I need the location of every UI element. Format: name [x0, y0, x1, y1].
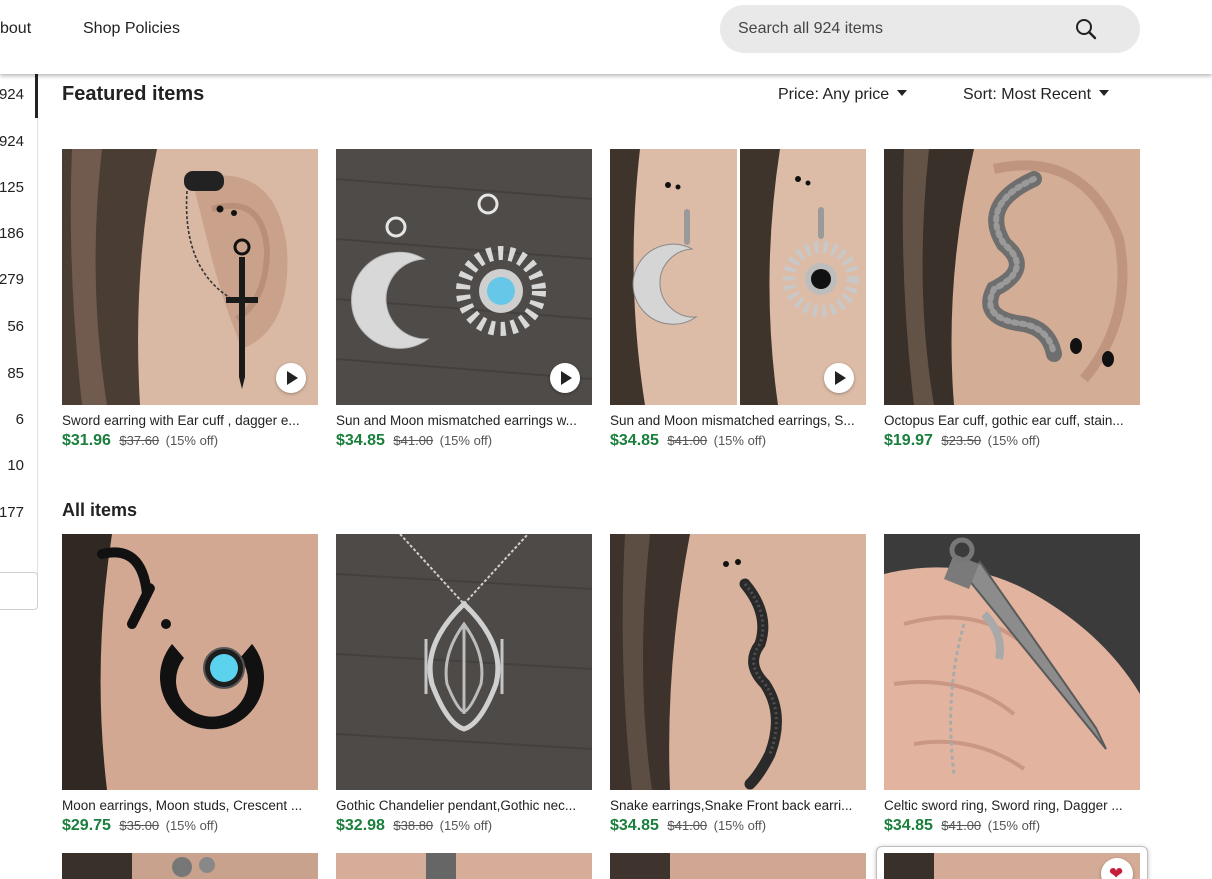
price-filter-label: Price: Any price: [778, 86, 890, 103]
original-price: $41.00: [667, 433, 708, 448]
price-filter-dropdown[interactable]: Price: Any price: [778, 86, 908, 104]
search-input[interactable]: [738, 17, 1068, 41]
listing-image: [610, 534, 866, 790]
listing-title[interactable]: Sword earring with Ear cuff , dagger e..…: [62, 413, 318, 428]
original-price: $35.00: [119, 818, 160, 833]
sidebar-item-count[interactable]: 10: [7, 457, 24, 474]
listing-price: $34.85 $41.00 (15% off): [884, 817, 1040, 835]
discount-label: (15% off): [165, 433, 219, 448]
sort-label: Sort: Most Recent: [963, 86, 1092, 103]
all-items-title: All items: [62, 500, 138, 520]
listing-image: [884, 149, 1140, 405]
original-price: $37.60: [119, 433, 160, 448]
discount-label: (15% off): [439, 433, 493, 448]
listing-image: [62, 149, 318, 405]
sidebar-divider: [37, 118, 38, 578]
sidebar-item-count[interactable]: 924: [0, 133, 24, 150]
listing-title[interactable]: Gothic Chandelier pendant,Gothic nec...: [336, 798, 592, 813]
sidebar-item-count[interactable]: 125: [0, 179, 24, 196]
listing-image[interactable]: [336, 853, 592, 879]
search-button[interactable]: [1070, 13, 1102, 45]
discount-label: (15% off): [165, 818, 219, 833]
sale-price: $34.85: [610, 817, 659, 834]
listing-title[interactable]: Sun and Moon mismatched earrings, S...: [610, 413, 866, 428]
original-price: $23.50: [941, 433, 982, 448]
discount-label: (15% off): [987, 433, 1041, 448]
sidebar-item-count[interactable]: 56: [7, 318, 24, 335]
listing-price: $34.85 $41.00 (15% off): [610, 432, 766, 450]
featured-items-title: Featured items: [62, 83, 205, 105]
listing-title[interactable]: Snake earrings,Snake Front back earri...: [610, 798, 866, 813]
discount-label: (15% off): [713, 433, 767, 448]
sidebar-item-count[interactable]: 85: [7, 365, 24, 382]
sale-price: $19.97: [884, 432, 933, 449]
listing-price: $32.98 $38.80 (15% off): [336, 817, 492, 835]
original-price: $38.80: [393, 818, 434, 833]
sidebar-item-count[interactable]: 186: [0, 225, 24, 242]
listing-image[interactable]: [62, 853, 318, 879]
listing-title[interactable]: Moon earrings, Moon studs, Crescent ...: [62, 798, 318, 813]
shop-search-bar: [720, 5, 1140, 53]
sale-price: $34.85: [610, 432, 659, 449]
heart-icon: ❤: [1109, 864, 1124, 879]
sale-price: $34.85: [336, 432, 385, 449]
play-icon[interactable]: [550, 363, 580, 393]
sale-price: $29.75: [62, 817, 111, 834]
listing-image[interactable]: [610, 853, 866, 879]
original-price: $41.00: [393, 433, 434, 448]
listing-image: [610, 149, 866, 405]
listing-image: [62, 534, 318, 790]
original-price: $41.00: [941, 818, 982, 833]
sale-price: $32.98: [336, 817, 385, 834]
search-icon: [1076, 19, 1097, 40]
sale-price: $34.85: [884, 817, 933, 834]
caret-down-icon: [1099, 90, 1110, 96]
sidebar-button[interactable]: [0, 572, 38, 610]
listing-price: $34.85 $41.00 (15% off): [610, 817, 766, 835]
listing-price: $29.75 $35.00 (15% off): [62, 817, 218, 835]
play-icon[interactable]: [276, 363, 306, 393]
listing-title[interactable]: Celtic sword ring, Sword ring, Dagger ..…: [884, 798, 1140, 813]
listing-image: [884, 534, 1140, 790]
section-sidebar: 924 924 125 186 279 56 85 6 10 177: [0, 74, 40, 634]
caret-down-icon: [897, 90, 908, 96]
listing-title[interactable]: Sun and Moon mismatched earrings w...: [336, 413, 592, 428]
listing-image: [336, 149, 592, 405]
discount-label: (15% off): [713, 818, 767, 833]
sidebar-item-count[interactable]: 6: [16, 411, 24, 428]
discount-label: (15% off): [987, 818, 1041, 833]
nav-shop-policies-link[interactable]: Shop Policies: [83, 20, 180, 38]
sidebar-item-count[interactable]: 177: [0, 504, 24, 521]
listing-image: [336, 534, 592, 790]
original-price: $41.00: [667, 818, 708, 833]
shop-header: bout Shop Policies: [0, 0, 1212, 74]
listing-price: $19.97 $23.50 (15% off): [884, 432, 1040, 450]
listing-title[interactable]: Octopus Ear cuff, gothic ear cuff, stain…: [884, 413, 1140, 428]
play-icon[interactable]: [824, 363, 854, 393]
listing-price: $34.85 $41.00 (15% off): [336, 432, 492, 450]
nav-about-link[interactable]: bout: [0, 20, 31, 38]
sidebar-active-indicator: [35, 74, 38, 118]
sort-dropdown[interactable]: Sort: Most Recent: [963, 86, 1110, 104]
sale-price: $31.96: [62, 432, 111, 449]
sidebar-item-count[interactable]: 924: [0, 86, 24, 103]
discount-label: (15% off): [439, 818, 493, 833]
listing-price: $31.96 $37.60 (15% off): [62, 432, 218, 450]
sidebar-item-count[interactable]: 279: [0, 271, 24, 288]
